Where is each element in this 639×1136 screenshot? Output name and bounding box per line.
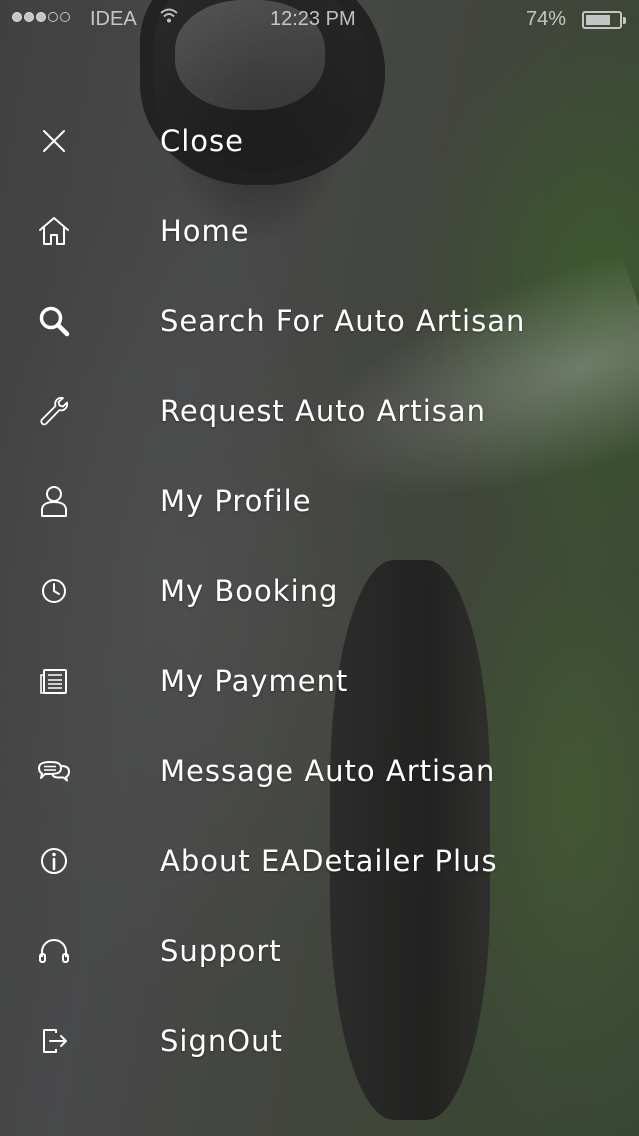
- menu-item-label: About EADetailer Plus: [160, 844, 498, 878]
- status-time: 12:23 PM: [270, 8, 356, 30]
- chat-bubbles-icon: [34, 751, 74, 791]
- wifi-icon: [160, 8, 178, 29]
- menu-item-support[interactable]: Support: [0, 906, 639, 996]
- side-menu: Close Home Search For Auto Artisan Reque…: [0, 96, 639, 1086]
- signal-strength-icon: [12, 12, 70, 22]
- menu-item-label: My Profile: [160, 484, 312, 518]
- menu-item-close[interactable]: Close: [0, 96, 639, 186]
- battery-percent: 74%: [526, 8, 567, 30]
- search-icon: [34, 301, 74, 341]
- wrench-icon: [34, 391, 74, 431]
- battery-icon: [582, 11, 626, 29]
- menu-item-payment[interactable]: My Payment: [0, 636, 639, 726]
- menu-item-label: Support: [160, 934, 282, 968]
- status-bar: IDEA 12:23 PM 74%: [0, 0, 639, 40]
- info-icon: [34, 841, 74, 881]
- menu-item-label: My Booking: [160, 574, 339, 608]
- menu-item-label: My Payment: [160, 664, 349, 698]
- menu-item-label: Close: [160, 124, 244, 158]
- menu-item-label: Message Auto Artisan: [160, 754, 496, 788]
- carrier-name: IDEA: [90, 8, 137, 30]
- menu-item-label: Search For Auto Artisan: [160, 304, 526, 338]
- document-icon: [34, 661, 74, 701]
- menu-item-label: Home: [160, 214, 250, 248]
- menu-item-signout[interactable]: SignOut: [0, 996, 639, 1086]
- menu-item-label: SignOut: [160, 1024, 283, 1058]
- close-icon[interactable]: [34, 121, 74, 161]
- home-icon: [34, 211, 74, 251]
- menu-item-search[interactable]: Search For Auto Artisan: [0, 276, 639, 366]
- clock-icon: [34, 571, 74, 611]
- menu-item-home[interactable]: Home: [0, 186, 639, 276]
- menu-item-booking[interactable]: My Booking: [0, 546, 639, 636]
- menu-item-label: Request Auto Artisan: [160, 394, 487, 428]
- menu-item-message[interactable]: Message Auto Artisan: [0, 726, 639, 816]
- menu-item-about[interactable]: About EADetailer Plus: [0, 816, 639, 906]
- headphones-icon: [34, 931, 74, 971]
- menu-item-request[interactable]: Request Auto Artisan: [0, 366, 639, 456]
- signout-icon: [34, 1021, 74, 1061]
- user-icon: [34, 481, 74, 521]
- menu-item-profile[interactable]: My Profile: [0, 456, 639, 546]
